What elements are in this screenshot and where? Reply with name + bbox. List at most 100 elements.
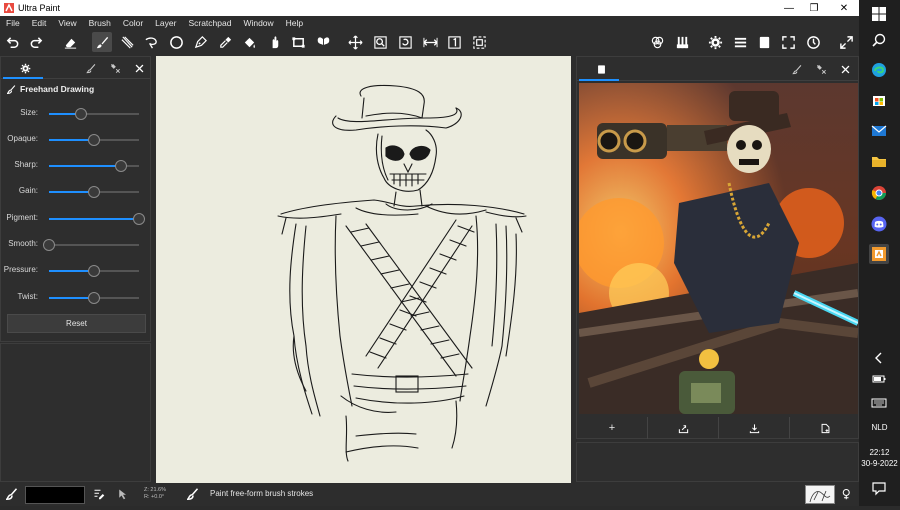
language-indicator[interactable]: NLD xyxy=(859,423,900,432)
close-button[interactable]: ✕ xyxy=(830,0,858,16)
slider-label: Sharp: xyxy=(14,160,38,169)
slider-handle[interactable] xyxy=(74,108,87,120)
settings-icon[interactable] xyxy=(705,32,725,52)
transform-icon[interactable] xyxy=(345,32,365,52)
fullscreen-icon[interactable] xyxy=(778,32,798,52)
reference-icon[interactable] xyxy=(754,32,774,52)
menu-color[interactable]: Color xyxy=(117,18,149,28)
layers-icon[interactable] xyxy=(730,32,750,52)
tab-brush-library[interactable] xyxy=(84,61,98,75)
file-explorer-icon[interactable] xyxy=(869,151,889,171)
menu-edit[interactable]: Edit xyxy=(26,18,53,28)
slider-opaque[interactable]: Opaque: xyxy=(1,133,152,147)
timer-icon[interactable] xyxy=(803,32,823,52)
tab-reference[interactable] xyxy=(594,62,608,76)
navigator-icon[interactable] xyxy=(840,487,854,501)
flip-icon[interactable] xyxy=(420,32,440,52)
active-tab-indicator xyxy=(3,77,43,79)
clock-date[interactable]: 30-9-2022 xyxy=(859,459,900,468)
add-reference-button[interactable]: + xyxy=(577,417,648,439)
reset-button[interactable]: Reset xyxy=(7,314,146,333)
tab-brush-presets[interactable] xyxy=(814,62,828,76)
tab-brush-presets[interactable] xyxy=(108,61,122,75)
ultra-paint-taskbar-icon[interactable] xyxy=(869,244,889,264)
redo-icon[interactable] xyxy=(26,32,46,52)
battery-icon[interactable] xyxy=(869,369,889,389)
chrome-icon[interactable] xyxy=(869,183,889,203)
slider-pressure[interactable]: Pressure: xyxy=(1,264,152,278)
menu-brush[interactable]: Brush xyxy=(83,18,117,28)
zoom-icon[interactable] xyxy=(370,32,390,52)
slider-track[interactable] xyxy=(49,244,139,246)
minimize-button[interactable]: — xyxy=(775,0,803,16)
pen-icon[interactable] xyxy=(190,32,210,52)
maximize-button[interactable]: ❐ xyxy=(800,0,828,16)
edge-browser-icon[interactable] xyxy=(869,60,889,80)
search-icon[interactable] xyxy=(869,30,889,50)
windows-start-icon[interactable] xyxy=(869,4,889,24)
tab-brush-settings[interactable] xyxy=(18,61,32,75)
eyedropper-icon[interactable] xyxy=(215,32,235,52)
butterfly-icon[interactable] xyxy=(313,32,333,52)
slider-pigment[interactable]: Pigment: xyxy=(1,212,152,226)
menu-layer[interactable]: Layer xyxy=(149,18,182,28)
close-panel-button[interactable] xyxy=(132,61,146,75)
menu-view[interactable]: View xyxy=(52,18,82,28)
ellipse-icon[interactable] xyxy=(166,32,186,52)
fit-icon[interactable] xyxy=(469,32,489,52)
menu-help[interactable]: Help xyxy=(280,18,309,28)
fill-icon[interactable] xyxy=(239,32,259,52)
ms-store-icon[interactable] xyxy=(869,90,889,110)
slider-handle[interactable] xyxy=(43,239,55,251)
slider-label: Gain: xyxy=(18,186,38,195)
download-reference-button[interactable] xyxy=(719,417,790,439)
menu-file[interactable]: File xyxy=(0,18,26,28)
slider-twist[interactable]: Twist: xyxy=(1,291,152,305)
menu-scratchpad[interactable]: Scratchpad xyxy=(182,18,237,28)
slider-handle[interactable] xyxy=(88,292,100,304)
expand-icon[interactable] xyxy=(836,32,856,52)
slider-handle[interactable] xyxy=(115,160,127,172)
reference-image[interactable] xyxy=(579,83,858,414)
one-to-one-icon[interactable] xyxy=(444,32,464,52)
smudge-icon[interactable] xyxy=(117,32,137,52)
import-reference-button[interactable] xyxy=(648,417,719,439)
brushes-icon[interactable] xyxy=(672,32,692,52)
slider-smooth[interactable]: Smooth: xyxy=(1,238,152,252)
eraser-icon[interactable] xyxy=(60,32,80,52)
rotate-icon[interactable] xyxy=(395,32,415,52)
lasso-icon[interactable] xyxy=(141,32,161,52)
drawing-canvas[interactable] xyxy=(156,56,571,483)
rectangle-icon[interactable] xyxy=(288,32,308,52)
mail-icon[interactable] xyxy=(869,121,889,141)
clock-time[interactable]: 22:12 xyxy=(859,448,900,457)
slider-handle[interactable] xyxy=(88,265,100,277)
current-color-swatch[interactable] xyxy=(25,486,85,504)
move-icon[interactable] xyxy=(264,32,284,52)
close-icon xyxy=(135,64,143,72)
notifications-icon[interactable] xyxy=(869,478,889,498)
close-panel-button[interactable] xyxy=(838,62,852,76)
add-reference-label: + xyxy=(608,422,616,434)
keyboard-icon[interactable] xyxy=(869,393,889,413)
menu-window[interactable]: Window xyxy=(237,18,279,28)
canvas-thumbnail[interactable] xyxy=(805,485,835,504)
undo-icon[interactable] xyxy=(2,32,22,52)
close-icon xyxy=(841,65,849,73)
tab-brush-library[interactable] xyxy=(790,62,804,76)
slider-handle[interactable] xyxy=(88,186,100,198)
cursor-mode-icon[interactable] xyxy=(116,487,130,501)
hint-brush-icon xyxy=(186,487,200,501)
new-file-reference-button[interactable] xyxy=(790,417,860,439)
slider-handle[interactable] xyxy=(133,213,145,225)
slider-sharp[interactable]: Sharp: xyxy=(1,159,152,173)
slider-size[interactable]: Size: xyxy=(1,107,152,121)
chevron-left-icon[interactable] xyxy=(869,348,889,368)
slider-handle[interactable] xyxy=(88,134,100,146)
brush-status-icon[interactable] xyxy=(5,487,19,501)
discord-icon[interactable] xyxy=(869,214,889,234)
edit-color-icon[interactable] xyxy=(92,487,106,501)
color-mixer-icon[interactable] xyxy=(647,32,667,52)
brush-icon[interactable] xyxy=(92,32,112,52)
slider-gain[interactable]: Gain: xyxy=(1,185,152,199)
